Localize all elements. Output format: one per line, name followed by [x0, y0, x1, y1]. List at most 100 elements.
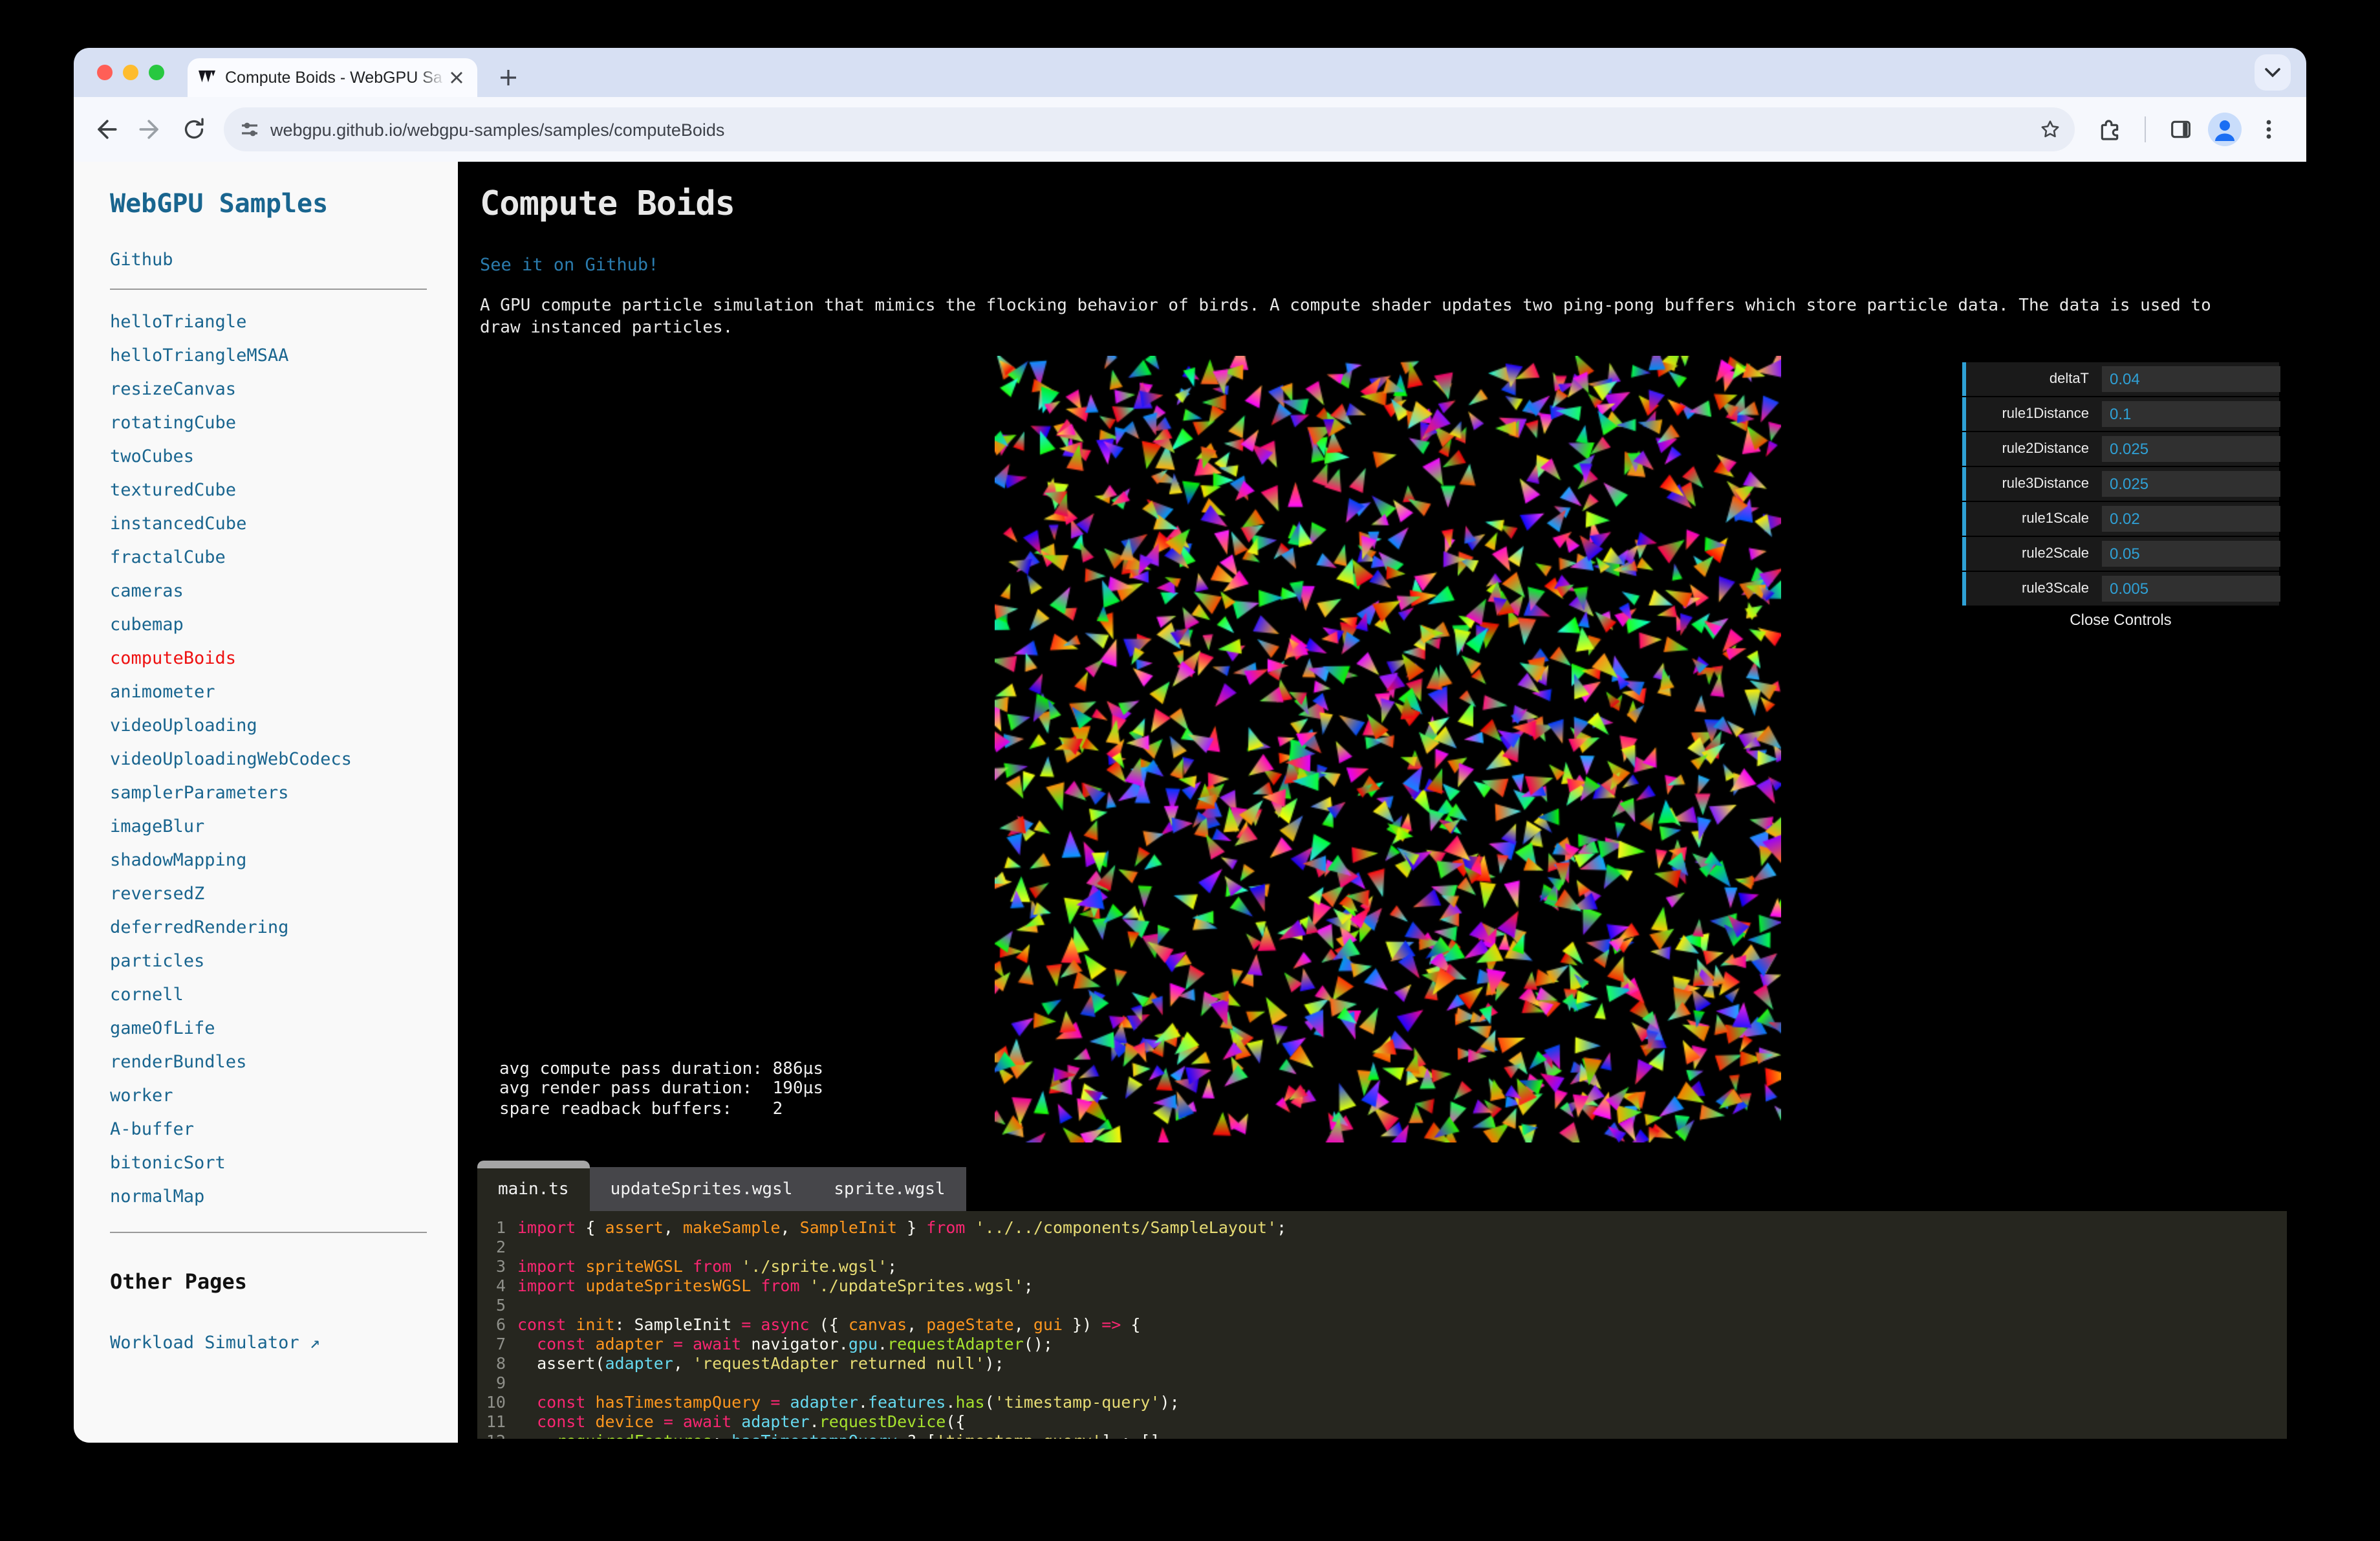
gui-row-rule1Distance: rule1Distance 0.1: [1962, 397, 2280, 431]
sidebar-item-animometer[interactable]: animometer: [110, 675, 427, 709]
sidebar-item-resizeCanvas[interactable]: resizeCanvas: [110, 373, 427, 406]
sidebar-item-renderBundles[interactable]: renderBundles: [110, 1045, 427, 1079]
sidebar-item-reversedZ[interactable]: reversedZ: [110, 877, 427, 911]
sidebar-item-videoUploadingWebCodecs[interactable]: videoUploadingWebCodecs: [110, 743, 427, 776]
gui-close-controls-button[interactable]: Close Controls: [1962, 607, 2279, 631]
code-line-9: 9: [495, 1373, 506, 1392]
sidebar-item-cornell[interactable]: cornell: [110, 978, 427, 1012]
sidebar-divider-bottom: [110, 1232, 427, 1233]
gui-row-rule3Scale: rule3Scale 0.005: [1962, 572, 2280, 606]
code-line-7: 7 const adapter = await navigator.gpu.re…: [495, 1334, 1053, 1353]
page-title: Compute Boids: [480, 185, 735, 224]
gui-value-rule3Scale[interactable]: 0.005: [2102, 576, 2280, 602]
url-text: webgpu.github.io/webgpu-samples/samples/…: [270, 120, 725, 139]
description-line: draw instanced particles.: [480, 318, 733, 337]
sidebar-item-shadowMapping[interactable]: shadowMapping: [110, 844, 427, 877]
perf-stats: avg compute pass duration: 886µs avg ren…: [499, 1060, 823, 1119]
sidebar-item-fractalCube[interactable]: fractalCube: [110, 541, 427, 574]
url-bar[interactable]: webgpu.github.io/webgpu-samples/samples/…: [224, 107, 2075, 151]
menu-dots-icon[interactable]: [2247, 107, 2291, 151]
sidebar-item-helloTriangleMSAA[interactable]: helloTriangleMSAA: [110, 339, 427, 373]
gui-label-rule2Distance: rule2Distance: [2002, 441, 2089, 457]
sample-description: A GPU compute particle simulation that m…: [480, 296, 2284, 339]
code-line-2: 2: [495, 1237, 506, 1256]
sidebar-item-computeBoids[interactable]: computeBoids: [110, 642, 427, 675]
bookmark-star-icon[interactable]: [2039, 118, 2062, 141]
code-tab-sprite.wgsl[interactable]: sprite.wgsl: [813, 1167, 966, 1211]
sidebar-item-imageBlur[interactable]: imageBlur: [110, 810, 427, 844]
maximize-window-button[interactable]: [149, 65, 164, 80]
code-line-6: 6 const init: SampleInit = async ({ canva…: [495, 1315, 1141, 1334]
sidebar-item-worker[interactable]: worker: [110, 1079, 427, 1113]
sidebar-title: WebGPU Samples: [110, 188, 329, 219]
reload-button[interactable]: [172, 107, 216, 151]
sidebar-item-rotatingCube[interactable]: rotatingCube: [110, 406, 427, 440]
dat-gui-panel: deltaT 0.04 rule1Distance 0.1 rule2Distance 0…: [1962, 362, 2280, 631]
extensions-icon[interactable]: [2088, 107, 2132, 151]
sidebar-item-bitonicSort[interactable]: bitonicSort: [110, 1146, 427, 1180]
sidebar-item-twoCubes[interactable]: twoCubes: [110, 440, 427, 474]
code-line-1: 1 import { assert, makeSample, SampleInit…: [495, 1218, 1287, 1237]
sidebar-item-gameOfLife[interactable]: gameOfLife: [110, 1012, 427, 1045]
code-line-11: 11 const device = await adapter.requestD…: [486, 1412, 966, 1431]
sidebar-item-videoUploading[interactable]: videoUploading: [110, 709, 427, 743]
back-button[interactable]: [84, 107, 128, 151]
code-line-3: 3 import spriteWGSL from './sprite.wgsl';: [495, 1256, 898, 1276]
gui-value-rule3Distance[interactable]: 0.025: [2102, 471, 2280, 497]
code-line-4: 4 import updateSpritesWGSL from './update…: [495, 1276, 1033, 1295]
gui-label-rule3Scale: rule3Scale: [2022, 581, 2089, 596]
webgpu-favicon-icon: [198, 70, 216, 85]
toolbar-right: [2088, 107, 2291, 151]
code-line-8: 8 assert(adapter, 'requestAdapter return…: [495, 1353, 1004, 1373]
close-window-button[interactable]: [97, 65, 113, 80]
gui-row-rule2Scale: rule2Scale 0.05: [1962, 537, 2280, 571]
sidebar-item-deferredRendering[interactable]: deferredRendering: [110, 911, 427, 945]
new-tab-button[interactable]: [490, 60, 526, 96]
sidebar-item-cubemap[interactable]: cubemap: [110, 608, 427, 642]
code-tab-main.ts[interactable]: main.ts: [477, 1161, 590, 1211]
sidebar-item-helloTriangle[interactable]: helloTriangle: [110, 305, 427, 339]
gui-row-rule2Distance: rule2Distance 0.025: [1962, 432, 2280, 466]
sample-list: helloTriangle helloTriangleMSAA resizeCanv…: [110, 305, 427, 1214]
sidebar-item-A-buffer[interactable]: A-buffer: [110, 1113, 427, 1146]
sidebar-link-github[interactable]: Github: [110, 250, 427, 270]
gui-value-rule1Scale[interactable]: 0.02: [2102, 506, 2280, 532]
gui-label-rule1Distance: rule1Distance: [2002, 406, 2089, 422]
side-panel-icon[interactable]: [2159, 107, 2203, 151]
minimize-window-button[interactable]: [123, 65, 138, 80]
sidebar-item-instancedCube[interactable]: instancedCube: [110, 507, 427, 541]
gui-value-rule1Distance[interactable]: 0.1: [2102, 401, 2280, 427]
window-controls: [97, 65, 164, 80]
code-tab-updateSprites.wgsl[interactable]: updateSprites.wgsl: [589, 1167, 814, 1211]
gui-row-rule3Distance: rule3Distance 0.025: [1962, 467, 2280, 501]
sidebar: WebGPU Samples Github helloTriangle hello…: [74, 162, 458, 1443]
profile-avatar[interactable]: [2208, 113, 2242, 146]
gui-row-deltaT: deltaT 0.04: [1962, 362, 2280, 396]
gui-row-rule1Scale: rule1Scale 0.02: [1962, 502, 2280, 536]
code-line-12: 12 requiredFeatures: hasTimestampQuery ?…: [477, 1431, 2287, 1439]
gui-value-rule2Distance[interactable]: 0.025: [2102, 436, 2280, 462]
browser-toolbar: webgpu.github.io/webgpu-samples/samples/…: [74, 97, 2306, 162]
description-line: A GPU compute particle simulation that m…: [480, 296, 2211, 316]
sidebar-item-normalMap[interactable]: normalMap: [110, 1180, 427, 1214]
code-viewer: 1 import { assert, makeSample, SampleInit…: [477, 1211, 2287, 1439]
sidebar-item-samplerParameters[interactable]: samplerParameters: [110, 776, 427, 810]
gui-value-deltaT[interactable]: 0.04: [2102, 366, 2280, 392]
page-content: WebGPU Samples Github helloTriangle hello…: [74, 162, 2306, 1443]
see-on-github-link[interactable]: See it on Github!: [480, 255, 658, 276]
browser-tab[interactable]: Compute Boids - WebGPU Sa: [188, 58, 477, 97]
tab-close-icon[interactable]: [446, 67, 467, 88]
forward-button[interactable]: [128, 107, 172, 151]
sidebar-item-cameras[interactable]: cameras: [110, 574, 427, 608]
gui-value-rule2Scale[interactable]: 0.05: [2102, 541, 2280, 567]
tab-bar: Compute Boids - WebGPU Sa: [74, 48, 2306, 97]
sidebar-item-particles[interactable]: particles: [110, 945, 427, 978]
browser-window: Compute Boids - WebGPU Sa webgpu.github.…: [74, 48, 2306, 1443]
gui-label-rule2Scale: rule2Scale: [2022, 546, 2089, 562]
sidebar-link-workload-simulator[interactable]: Workload Simulator ↗: [110, 1333, 427, 1353]
tab-search-chevron-button[interactable]: [2255, 54, 2291, 91]
code-line-10: 10 const hasTimestampQuery = adapter.fea…: [486, 1392, 1180, 1412]
gui-label-rule1Scale: rule1Scale: [2022, 511, 2089, 527]
site-controls-icon[interactable]: [239, 119, 260, 140]
sidebar-item-texturedCube[interactable]: texturedCube: [110, 474, 427, 507]
